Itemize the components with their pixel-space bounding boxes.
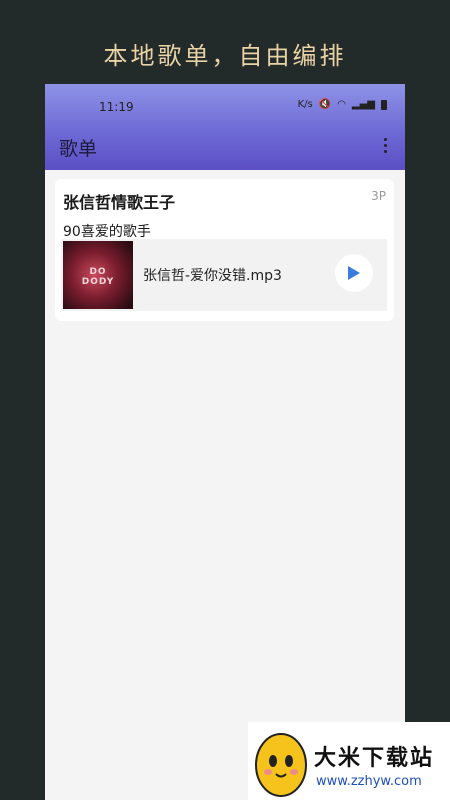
watermark-url: www.zzhyw.com: [316, 774, 422, 789]
album-cover-text: DO DODY: [81, 267, 115, 287]
wifi-icon: ◠: [337, 99, 346, 110]
status-time: 11:19: [99, 100, 134, 114]
signal-icon: ▂▄▆: [351, 99, 375, 110]
status-icons: K/s 🔇 ◠ ▂▄▆: [298, 98, 387, 112]
page-title: 歌单: [59, 138, 98, 160]
playlist-title: 张信哲情歌王子: [63, 193, 176, 212]
play-icon: [348, 266, 360, 280]
egg-mascot-icon: [255, 733, 307, 797]
playlist-description: 90喜爱的歌手: [63, 224, 151, 240]
battery-icon: [381, 100, 387, 110]
album-cover: DO DODY: [63, 241, 133, 309]
watermark-title: 大米下载站: [314, 746, 435, 771]
track-item[interactable]: DO DODY 张信哲-爱你没错.mp3: [61, 239, 387, 311]
watermark: 大米下载站 www.zzhyw.com: [248, 722, 450, 800]
playlist-count: 3P: [371, 189, 386, 203]
phone-screen: 11:19 K/s 🔇 ◠ ▂▄▆ 歌单 张信哲情歌王子 3P 90喜爱的歌手 …: [45, 84, 405, 800]
mute-icon: 🔇: [318, 99, 332, 110]
playlist-card[interactable]: 张信哲情歌王子 3P 90喜爱的歌手 DO DODY 张信哲-爱你没错.mp3: [55, 179, 394, 321]
speed-icon: K/s: [297, 99, 313, 110]
more-vert-icon[interactable]: [384, 138, 387, 153]
play-button[interactable]: [335, 254, 373, 292]
promo-title: 本地歌单，自由编排: [103, 42, 347, 70]
track-name: 张信哲-爱你没错.mp3: [143, 268, 282, 284]
app-bar: 11:19 K/s 🔇 ◠ ▂▄▆ 歌单: [45, 84, 405, 170]
